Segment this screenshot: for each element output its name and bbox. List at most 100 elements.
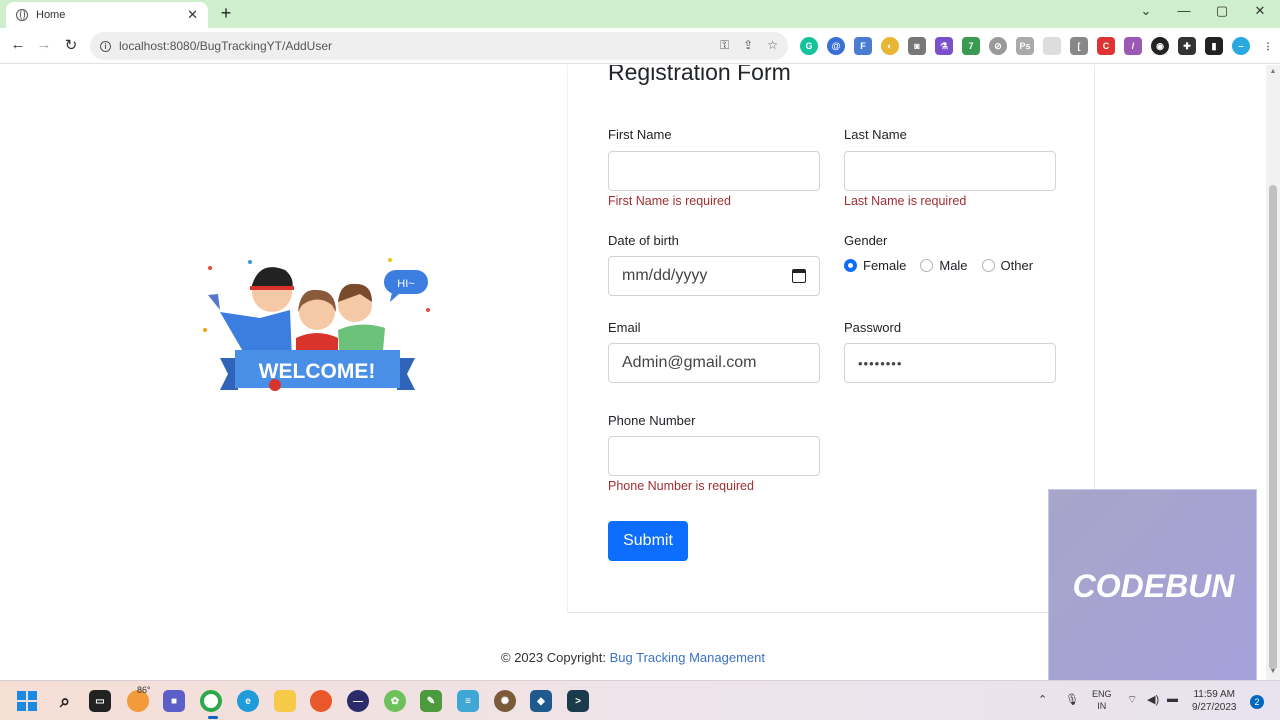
submit-button[interactable]: Submit: [608, 521, 688, 561]
task-view-icon[interactable]: ▭: [89, 690, 111, 712]
globe-icon: [16, 9, 28, 21]
bracket-extension-icon[interactable]: [: [1070, 37, 1088, 55]
gender-option-other[interactable]: Other: [981, 258, 1034, 273]
active-app-indicator: [208, 716, 218, 719]
extensions-puzzle-icon[interactable]: ✚: [1178, 37, 1196, 55]
gender-option-label: Other: [1000, 258, 1034, 273]
first-name-label: First Name: [608, 127, 672, 142]
microphone-icon[interactable]: 🎙: [1065, 693, 1079, 706]
password-label: Password: [844, 320, 902, 335]
eclipse-icon[interactable]: —: [347, 690, 369, 712]
reload-button[interactable]: ↻: [61, 36, 81, 54]
footer-link[interactable]: Bug Tracking Management: [610, 650, 765, 665]
volume-icon[interactable]: ◀): [1147, 693, 1159, 706]
profile-avatar[interactable]: –: [1232, 37, 1250, 55]
minimize-button[interactable]: —: [1174, 3, 1194, 18]
share-icon[interactable]: ⇪: [743, 38, 753, 53]
dob-label: Date of birth: [608, 233, 679, 248]
radio-other[interactable]: [981, 259, 995, 272]
lang-bottom: IN: [1097, 701, 1107, 711]
radio-male[interactable]: [920, 259, 934, 272]
key-icon[interactable]: ⚿: [720, 38, 729, 53]
at-extension-icon[interactable]: @: [827, 37, 845, 55]
close-window-button[interactable]: ✕: [1250, 3, 1270, 19]
email-label: Email: [608, 320, 641, 335]
first-name-error: First Name is required: [608, 194, 731, 208]
notepad-plus-icon[interactable]: ✎: [420, 690, 442, 712]
scroll-up-icon[interactable]: ▲: [1269, 68, 1277, 76]
gender-option-male[interactable]: Male: [920, 258, 968, 273]
side-panel-icon[interactable]: ▮: [1205, 37, 1223, 55]
welcome-illustration: HI~ WELCOME!: [203, 258, 430, 391]
page-scrollbar[interactable]: ▲ ▼: [1266, 65, 1280, 680]
tab-search-icon[interactable]: ⌄: [1136, 3, 1156, 19]
color-extension-icon[interactable]: ◐: [881, 37, 899, 55]
spring-icon[interactable]: ✿: [384, 690, 406, 712]
gender-option-label: Male: [939, 258, 968, 273]
phone-label: Phone Number: [608, 413, 696, 428]
lang-top: ENG: [1092, 689, 1112, 699]
forward-button[interactable]: →: [34, 36, 54, 53]
start-icon[interactable]: [16, 690, 38, 712]
form-title: Registration Form: [608, 65, 791, 85]
gender-option-female[interactable]: Female: [844, 258, 906, 273]
phone-input[interactable]: [608, 436, 820, 476]
back-button[interactable]: ←: [8, 36, 28, 53]
blank-extension-icon[interactable]: [1043, 37, 1061, 55]
firefox-icon[interactable]: [310, 690, 332, 712]
tray-chevron-icon[interactable]: ⌃: [1038, 693, 1047, 706]
scroll-down-icon[interactable]: ▼: [1269, 668, 1277, 676]
search-icon[interactable]: ⌕: [54, 690, 76, 712]
last-name-input[interactable]: [844, 151, 1056, 191]
grammarly-icon[interactable]: G: [800, 37, 818, 55]
radio-female[interactable]: [844, 259, 857, 272]
font-extension-icon[interactable]: F: [854, 37, 872, 55]
puzzle-extension-icon[interactable]: 7: [962, 37, 980, 55]
clock-date: 9/27/2023: [1192, 702, 1237, 713]
menu-icon[interactable]: ⋮: [1259, 37, 1277, 55]
notepad-icon[interactable]: ≡: [457, 690, 479, 712]
watermark-text: CODEBUN: [1072, 568, 1235, 604]
battery-icon[interactable]: ▬: [1167, 693, 1178, 705]
last-name-label: Last Name: [844, 127, 907, 142]
csp-extension-icon[interactable]: C: [1097, 37, 1115, 55]
block-extension-icon[interactable]: ⊘: [989, 37, 1007, 55]
password-input[interactable]: ••••••••: [844, 343, 1056, 383]
address-bar[interactable]: i localhost:8080/BugTrackingYT/AddUser ⚿…: [90, 32, 788, 60]
email-input[interactable]: Admin@gmail.com: [608, 343, 820, 383]
new-tab-button[interactable]: +: [216, 3, 236, 24]
browser-tab[interactable]: Home ✕: [6, 2, 208, 28]
dob-input[interactable]: mm/dd/yyyy: [608, 256, 820, 296]
phone-error: Phone Number is required: [608, 479, 754, 493]
scroll-thumb[interactable]: [1269, 185, 1277, 670]
chrome-icon[interactable]: [200, 690, 222, 712]
lab-extension-icon[interactable]: ⚗: [935, 37, 953, 55]
maximize-button[interactable]: ▢: [1212, 3, 1232, 19]
terminal-icon[interactable]: >: [567, 690, 589, 712]
circle-extension-icon[interactable]: ◉: [1151, 37, 1169, 55]
copyright-text: © 2023 Copyright:: [501, 650, 610, 665]
extensions-bar: G @ F ◐ ◙ ⚗ 7 ⊘ Ps [ C / ◉ ✚ ▮ – ⋮: [800, 37, 1277, 55]
edge-icon[interactable]: e: [237, 690, 259, 712]
photoshop-extension-icon[interactable]: Ps: [1016, 37, 1034, 55]
browser-tab-strip: Home ✕ + ⌄ — ▢ ✕: [0, 0, 1280, 28]
site-info-icon[interactable]: i: [100, 40, 111, 52]
clock[interactable]: 11:59 AM 9/27/2023: [1192, 688, 1237, 714]
close-tab-icon[interactable]: ✕: [187, 7, 198, 23]
pen-extension-icon[interactable]: /: [1124, 37, 1142, 55]
file-explorer-icon[interactable]: [274, 690, 296, 712]
camera-icon[interactable]: ◙: [908, 37, 926, 55]
gender-option-label: Female: [863, 258, 907, 273]
browser-toolbar: ← → ↻ i localhost:8080/BugTrackingYT/Add…: [0, 28, 1280, 64]
gear-app-icon[interactable]: ✺: [494, 690, 516, 712]
notification-badge[interactable]: 2: [1250, 695, 1264, 709]
first-name-input[interactable]: [608, 151, 820, 191]
teams-icon[interactable]: ■: [163, 690, 185, 712]
mysql-icon[interactable]: ◆: [530, 690, 552, 712]
weather-temp: 86°: [137, 685, 151, 695]
calendar-icon[interactable]: [792, 269, 806, 283]
bookmark-star-icon[interactable]: ☆: [767, 38, 778, 53]
wifi-icon[interactable]: ⌔: [1127, 693, 1137, 707]
language-indicator[interactable]: ENG IN: [1092, 688, 1112, 712]
registration-card: Registration Form First Name First Name …: [567, 65, 1095, 613]
